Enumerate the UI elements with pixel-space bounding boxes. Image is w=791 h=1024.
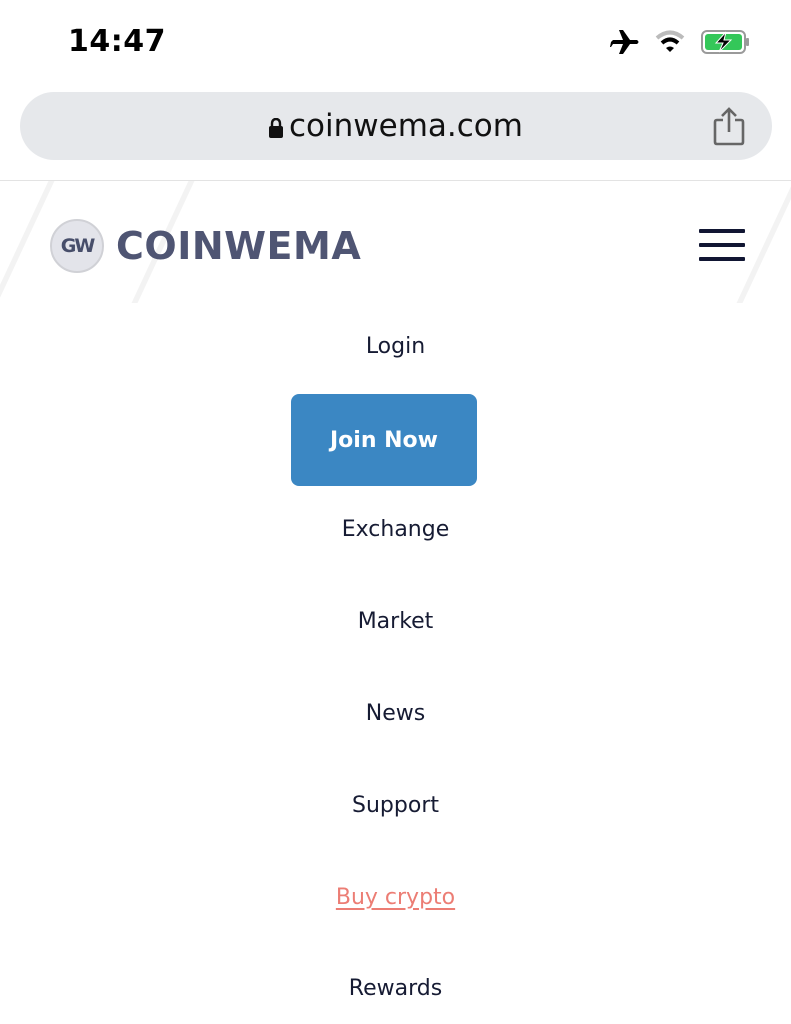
menu-item-rewards[interactable]: Rewards bbox=[0, 976, 791, 1001]
status-bar: 14:47 bbox=[0, 0, 791, 88]
url-text: coinwema.com bbox=[289, 108, 523, 144]
lock-icon bbox=[269, 110, 284, 146]
join-now-button[interactable]: Join Now bbox=[291, 394, 477, 486]
logo-badge-icon: GW bbox=[50, 219, 104, 273]
menu-item-news[interactable]: News bbox=[0, 701, 791, 726]
login-link[interactable]: Login bbox=[0, 334, 791, 359]
status-time: 14:47 bbox=[68, 24, 166, 59]
brand-name: COINWEMA bbox=[116, 224, 362, 268]
wifi-icon bbox=[655, 30, 685, 59]
url-display[interactable]: coinwema.com bbox=[20, 108, 772, 146]
address-bar[interactable]: coinwema.com bbox=[20, 92, 772, 160]
site-logo[interactable]: GW COINWEMA bbox=[50, 219, 361, 273]
menu-item-support[interactable]: Support bbox=[0, 793, 791, 818]
status-icons bbox=[609, 28, 751, 61]
battery-charging-icon bbox=[701, 29, 751, 60]
hamburger-icon[interactable] bbox=[699, 229, 745, 263]
share-icon[interactable] bbox=[712, 106, 746, 151]
menu-item-market[interactable]: Market bbox=[0, 609, 791, 634]
menu-item-exchange[interactable]: Exchange bbox=[0, 517, 791, 542]
menu-item-buy-crypto[interactable]: Buy crypto bbox=[0, 885, 791, 910]
airplane-mode-icon bbox=[609, 28, 639, 61]
